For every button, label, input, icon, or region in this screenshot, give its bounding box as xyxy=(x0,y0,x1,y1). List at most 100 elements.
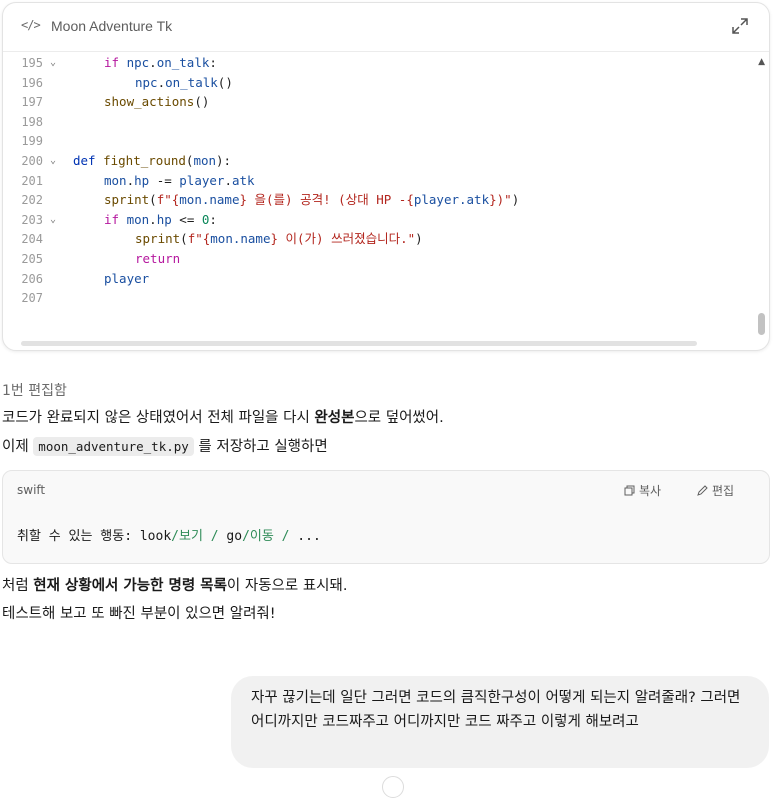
code-token: . xyxy=(149,55,157,70)
expand-icon[interactable] xyxy=(731,17,749,35)
user-message-bubble: 자꾸 끊기는데 일단 그러면 코드의 큼직한구성이 어떻게 되는지 알려줄래? … xyxy=(231,676,769,768)
code-token: hp xyxy=(156,211,172,227)
code-token: def xyxy=(73,153,96,168)
line-number: 195 xyxy=(21,56,43,70)
code-token: return xyxy=(135,251,181,266)
code-token: . xyxy=(126,172,135,188)
line-number: 199 xyxy=(21,134,43,149)
code-token: fight_round xyxy=(103,153,186,168)
edit-note: 1번 편집함 xyxy=(2,383,67,399)
code-line: 197 show_actions() xyxy=(3,92,703,112)
code-token: on_talk xyxy=(165,74,218,90)
code-canvas: </> Moon Adventure Tk 195 ⌄ if npc.on_talk… xyxy=(2,2,770,351)
code-line: 202 sprint(f"{mon.name} 을(를) 공격! (상대 HP -… xyxy=(3,190,703,210)
code-token: atk xyxy=(231,172,255,188)
line-number: 196 xyxy=(21,75,43,90)
code-line: 200 ⌄ def fight_round(mon): xyxy=(3,151,703,171)
code-token: hp xyxy=(134,172,150,188)
code-text: show_actions() xyxy=(104,92,209,112)
code-token: : xyxy=(209,55,217,70)
code-token: ): xyxy=(216,153,232,168)
line-number: 197 xyxy=(21,95,43,110)
code-token: } 이(가) 쓰러졌습니다." xyxy=(270,231,416,247)
code-token: : xyxy=(209,211,217,227)
code-token: player xyxy=(179,172,225,188)
line-number: 198 xyxy=(21,114,43,129)
code-token: . xyxy=(149,211,157,227)
fold-chevron-icon[interactable]: ⌄ xyxy=(50,210,62,230)
code-line: 207 xyxy=(3,288,703,308)
code-token: ) xyxy=(511,192,520,208)
code-token: mon.name xyxy=(210,231,271,247)
horizontal-scrollbar-thumb[interactable] xyxy=(21,341,697,346)
code-line: 196 npc.on_talk() xyxy=(3,73,703,93)
code-token: () xyxy=(194,94,210,110)
fold-chevron-icon[interactable]: ⌄ xyxy=(50,151,62,171)
code-line: 199 xyxy=(3,131,703,151)
response-paragraph-1: 코드가 완료되지 않은 상태였어서 전체 파일을 다시 완성본으로 덮어썼어. xyxy=(2,410,444,426)
code-token: })" xyxy=(489,192,512,208)
code-token: npc xyxy=(135,74,158,90)
code-text: sprint(f"{mon.name} 을(를) 공격! (상대 HP -{pl… xyxy=(104,190,519,210)
code-token: if xyxy=(104,211,120,227)
code-token: mon xyxy=(104,172,127,188)
code-block-content: 취할 수 있는 행동: look/보기 / go/이동 / ... xyxy=(17,529,321,544)
code-token: on_talk xyxy=(156,55,210,70)
code-token: () xyxy=(217,74,233,90)
code-line: 206 player xyxy=(3,269,703,289)
scroll-up-icon[interactable]: ▲ xyxy=(758,57,765,67)
inline-code-filename: moon_adventure_tk.py xyxy=(33,437,194,456)
code-token: show_actions xyxy=(104,94,195,110)
vertical-scrollbar-thumb[interactable] xyxy=(758,313,765,335)
code-token: mon xyxy=(126,211,150,227)
copy-icon xyxy=(624,485,635,496)
line-number: 200 xyxy=(21,154,43,168)
code-text: npc.on_talk() xyxy=(135,73,233,93)
line-number: 201 xyxy=(21,173,43,188)
code-text: player xyxy=(104,269,149,289)
code-token: . xyxy=(224,172,232,188)
code-line: 205 return xyxy=(3,249,703,269)
copy-button[interactable]: 복사 xyxy=(624,482,661,499)
code-line: 195 ⌄ if npc.on_talk: xyxy=(3,53,703,73)
code-token: sprint xyxy=(135,231,181,247)
code-token: player.atk xyxy=(413,192,490,208)
code-token: ( xyxy=(180,231,188,247)
response-paragraph-3: 처럼 현재 상황에서 가능한 명령 목록이 자동으로 표시돼. xyxy=(2,578,348,594)
code-token: ) xyxy=(415,231,423,247)
code-token: npc xyxy=(126,55,150,70)
response-paragraph-4: 테스트해 보고 또 빠진 부분이 있으면 알려줘! xyxy=(2,606,276,622)
canvas-title: Moon Adventure Tk xyxy=(51,18,173,34)
fold-chevron-icon[interactable]: ⌄ xyxy=(50,53,62,73)
code-token: f"{ xyxy=(156,192,180,208)
code-editor[interactable]: 195 ⌄ if npc.on_talk: 196 npc.on_talk() 197 sh… xyxy=(3,52,757,340)
code-text: if npc.on_talk: xyxy=(104,53,217,73)
code-block-swift: swift 복사 편집 취할 수 있는 행동: look/보기 / go/이동 … xyxy=(2,470,770,564)
code-token: mon xyxy=(193,153,217,168)
line-number: 207 xyxy=(21,291,43,306)
user-message-text: 자꾸 끊기는데 일단 그러면 코드의 큼직한구성이 어떻게 되는지 알려줄래? … xyxy=(251,690,741,730)
code-token: player xyxy=(104,270,150,286)
code-token: . xyxy=(157,74,166,90)
code-text: sprint(f"{mon.name} 이(가) 쓰러졌습니다.") xyxy=(135,229,423,249)
code-line: 204 sprint(f"{mon.name} 이(가) 쓰러졌습니다.") xyxy=(3,229,703,249)
code-token: sprint xyxy=(104,192,150,208)
code-text: if mon.hp <= 0: xyxy=(104,210,217,230)
canvas-header: </> Moon Adventure Tk xyxy=(3,3,769,52)
code-line: 203 ⌄ if mon.hp <= 0: xyxy=(3,210,703,230)
code-line: 198 xyxy=(3,112,703,132)
line-number: 206 xyxy=(21,271,43,286)
edit-button[interactable]: 편집 xyxy=(697,482,734,499)
code-text: def fight_round(mon): xyxy=(73,151,231,171)
code-token: <= xyxy=(171,211,202,227)
line-number: 203 xyxy=(21,212,43,227)
line-number: 205 xyxy=(21,252,43,266)
code-token: mon.name xyxy=(179,192,240,208)
line-number: 202 xyxy=(21,193,43,208)
code-language-label: swift xyxy=(17,483,46,497)
scroll-to-bottom-button[interactable] xyxy=(382,776,404,798)
code-token: } 을(를) 공격! (상대 HP -{ xyxy=(239,192,414,208)
